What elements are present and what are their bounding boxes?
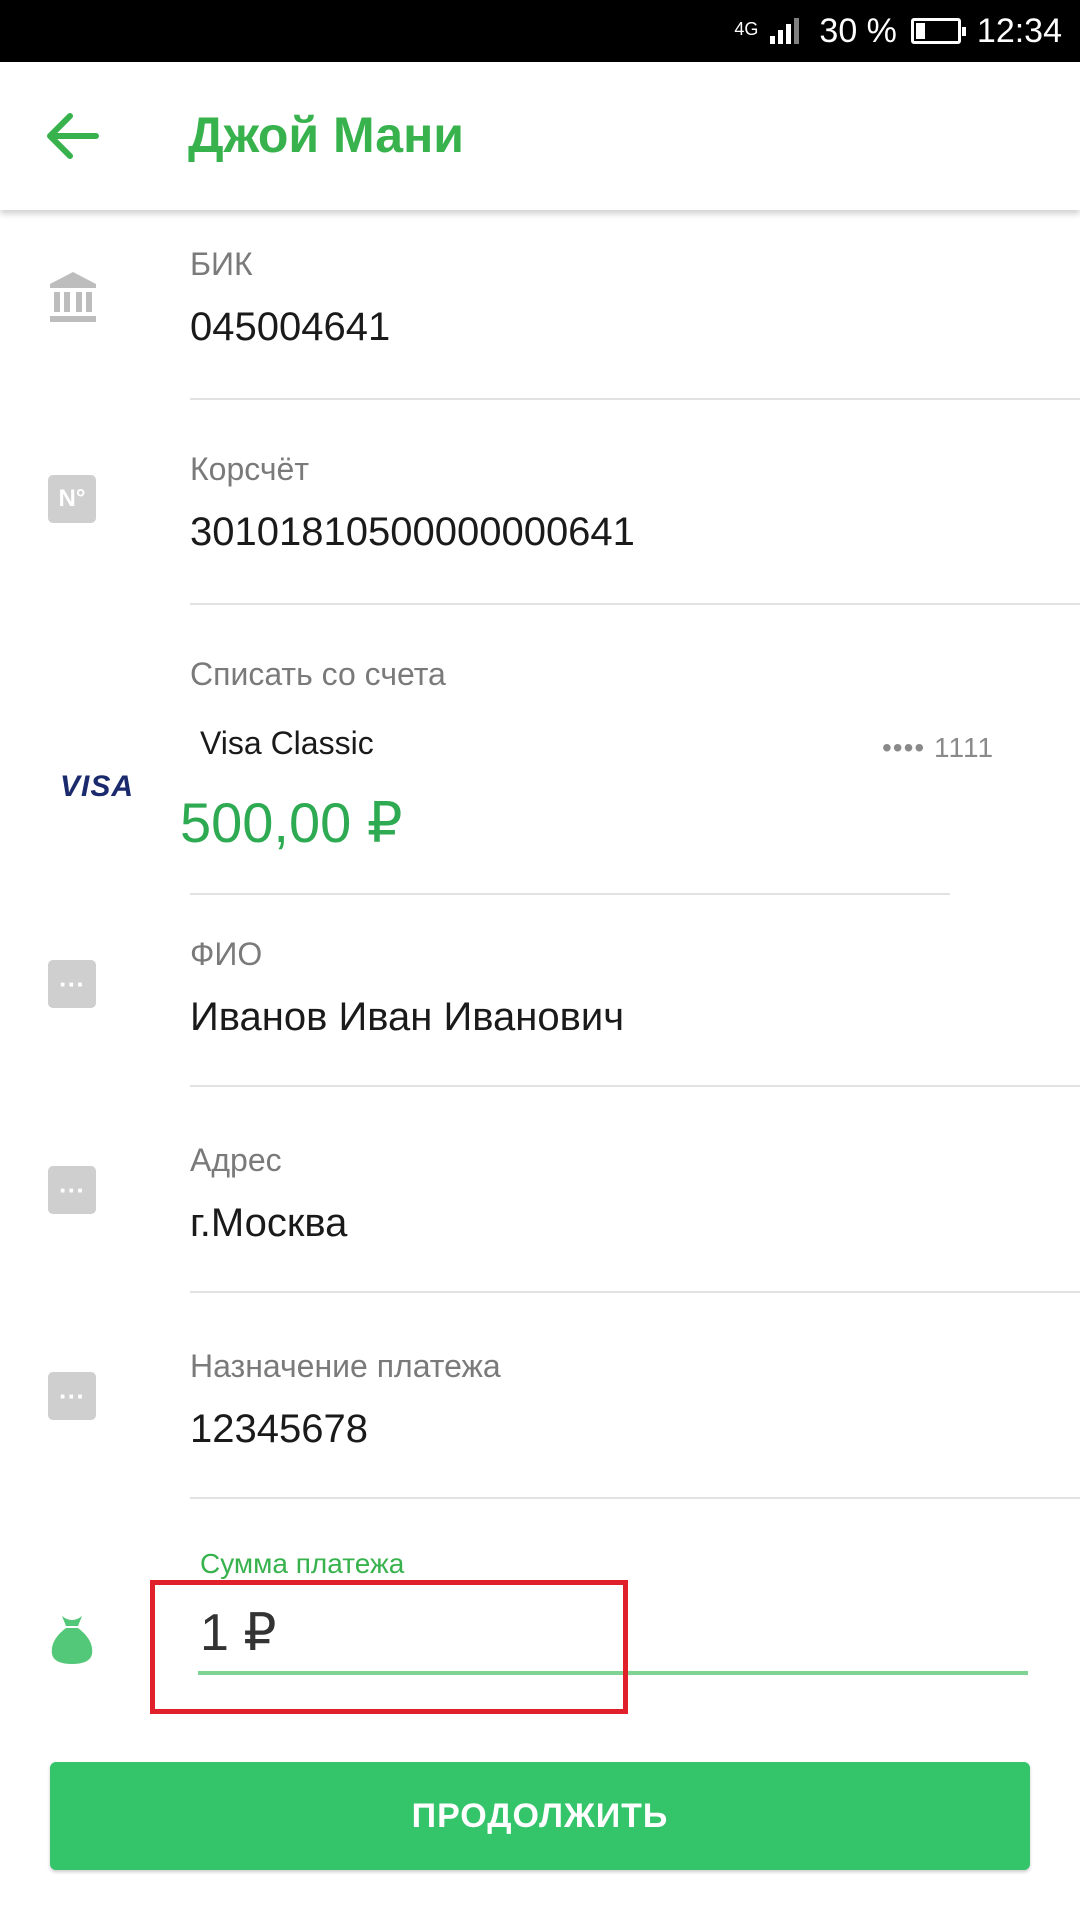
full-name-row: ··· ФИО Иванов Иван Иванович [0,900,1080,1090]
corr-account-row: N° Корсчёт 30101810500000000641 [0,415,1080,615]
bank-icon [48,270,98,322]
more-dots-icon: ··· [48,960,98,1010]
address-row: ··· Адрес г.Москва [0,1106,1080,1296]
more-dots-icon: ··· [48,1372,98,1422]
divider [190,1291,1080,1293]
full-name-value: Иванов Иван Иванович [190,995,625,1039]
back-button[interactable] [44,110,100,162]
bik-row: БИК 045004641 [0,210,1080,410]
dots-glyph: ··· [48,1166,96,1214]
signal-icon [770,18,800,44]
battery-percent: 30 % [819,11,897,50]
number-sign-icon: N° [48,475,98,525]
card-name: Visa Classic [200,725,374,761]
arrow-left-icon [47,113,99,159]
more-dots-icon: ··· [48,1166,98,1216]
dots-glyph: ··· [48,960,96,1008]
battery-icon [910,18,966,44]
card-balance: 500,00 ₽ [180,791,403,854]
status-bar: 4G 30 % 12:34 [0,0,1080,62]
divider [190,1497,1080,1499]
purpose-value: 12345678 [190,1407,368,1451]
purpose-label: Назначение платежа [190,1348,501,1384]
visa-icon: VISA [60,770,135,803]
divider [190,893,950,895]
bik-value: 045004641 [190,305,391,349]
page-title: Джой Мани [188,107,465,163]
app-bar: Джой Мани [0,62,1080,210]
debit-account-label: Списать со счета [190,656,446,692]
address-value: г.Москва [190,1201,348,1245]
card-number-mask: •••• 1111 [882,732,995,763]
continue-button[interactable]: ПРОДОЛЖИТЬ [50,1762,1030,1870]
divider [190,398,1080,400]
purpose-row: ··· Назначение платежа 12345678 [0,1312,1080,1502]
full-name-label: ФИО [190,936,263,972]
money-bag-icon [48,1612,98,1664]
amount-input[interactable] [198,1595,1028,1675]
corr-account-value: 30101810500000000641 [190,510,635,554]
corr-account-label: Корсчёт [190,451,309,487]
divider [190,603,1080,605]
bik-label: БИК [190,246,253,282]
amount-label: Сумма платежа [200,1548,405,1579]
divider [190,1085,1080,1087]
number-sign-glyph: N° [48,475,96,523]
address-label: Адрес [190,1142,282,1178]
dots-glyph: ··· [48,1372,96,1420]
clock: 12:34 [976,11,1062,50]
network-type: 4G [734,18,759,39]
